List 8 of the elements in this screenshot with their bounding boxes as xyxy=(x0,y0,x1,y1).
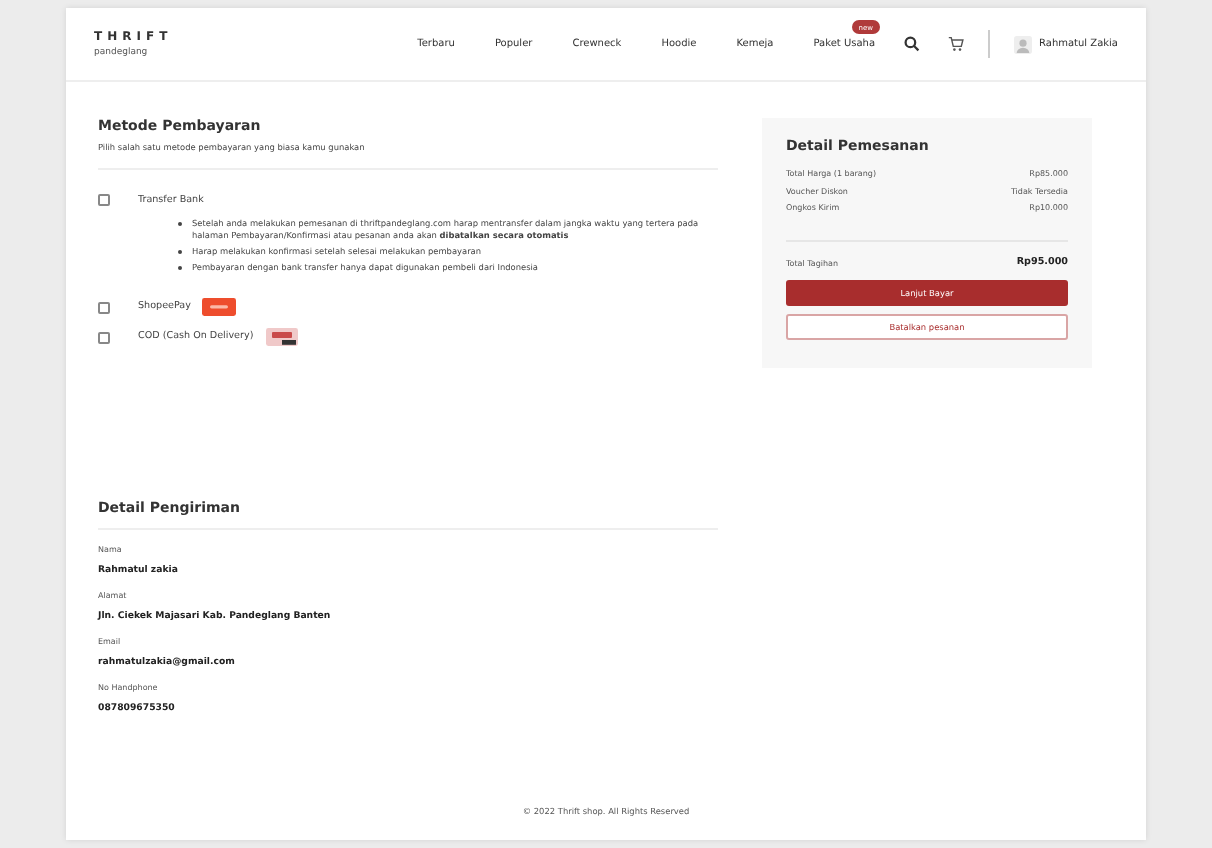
checkbox[interactable] xyxy=(98,194,110,206)
cart-icon[interactable] xyxy=(947,36,964,52)
checkbox[interactable] xyxy=(98,331,110,344)
shopeepay-logo-icon xyxy=(202,298,237,317)
avatar-icon[interactable] xyxy=(1013,35,1032,53)
cod-logo-icon xyxy=(265,328,298,347)
search-icon[interactable] xyxy=(903,36,920,52)
checkbox[interactable] xyxy=(98,301,110,314)
